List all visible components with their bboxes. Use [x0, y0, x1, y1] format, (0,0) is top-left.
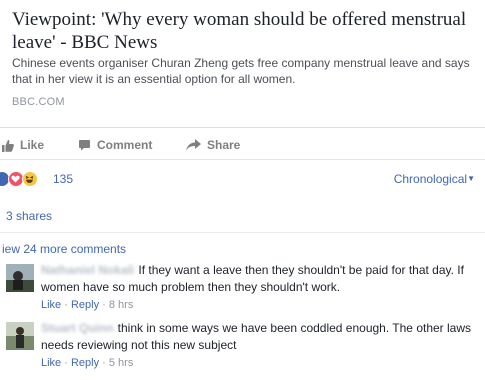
avatar[interactable] [6, 264, 34, 292]
comment-reply-link[interactable]: Reply [71, 299, 99, 311]
thumbs-up-icon [2, 139, 14, 152]
comment-reply-link[interactable]: Reply [71, 357, 99, 369]
reaction-icons[interactable] [0, 171, 50, 187]
share-label: Share [207, 138, 241, 152]
link-preview-card[interactable]: Viewpoint: 'Why every woman should be of… [0, 0, 485, 128]
post-action-bar: Like Comment Share [0, 128, 485, 160]
reactions-row: 135 Chronological▼ [0, 166, 485, 192]
avatar[interactable] [6, 322, 34, 350]
comment-meta: Like · Reply · 5 hrs [41, 357, 134, 369]
comment-label: Comment [97, 138, 153, 152]
comment-like-link[interactable]: Like [41, 357, 61, 369]
shares-link[interactable]: 3 shares [6, 209, 52, 223]
comment-author[interactable]: Nathaniel Nokali [41, 263, 134, 277]
comment-meta: Like · Reply · 8 hrs [41, 299, 134, 311]
comment-body: Stuart Quinn think in some ways we have b… [41, 320, 481, 354]
link-title[interactable]: Viewpoint: 'Why every woman should be of… [12, 8, 472, 54]
haha-reaction-icon [22, 171, 38, 187]
like-label: Like [20, 138, 45, 152]
share-arrow-icon [186, 139, 201, 151]
sort-label: Chronological [393, 172, 468, 186]
comment-sort-dropdown[interactable]: Chronological▼ [394, 172, 475, 186]
comment-time[interactable]: 8 hrs [109, 299, 133, 311]
comment-icon [79, 140, 90, 151]
divider [0, 232, 485, 233]
comment-time[interactable]: 5 hrs [109, 357, 133, 369]
comment-author[interactable]: Stuart Quinn [41, 321, 114, 335]
reaction-count[interactable]: 135 [53, 172, 73, 186]
view-more-comments-link[interactable]: iew 24 more comments [2, 242, 126, 256]
share-button[interactable]: Share [186, 136, 240, 154]
comment-button[interactable]: Comment [78, 136, 152, 154]
like-button[interactable]: Like [2, 136, 44, 154]
link-domain: BBC.COM [12, 96, 65, 108]
caret-down-icon: ▼ [467, 174, 475, 183]
comment-like-link[interactable]: Like [41, 299, 61, 311]
comment-body: Nathaniel Nokali If they want a leave the… [41, 262, 481, 296]
link-description: Chinese events organiser Churan Zheng ge… [12, 56, 470, 86]
